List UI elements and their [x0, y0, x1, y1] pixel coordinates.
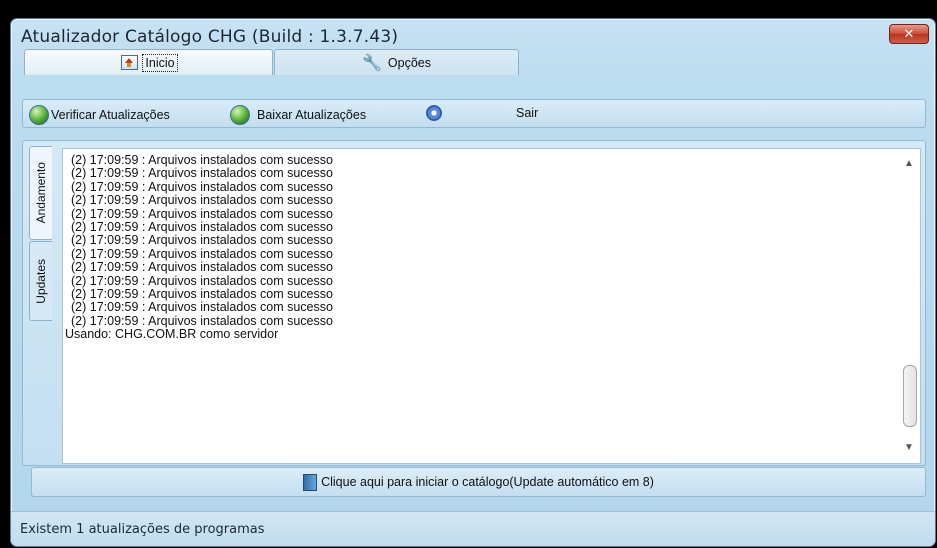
side-tab-andamento[interactable]: Andamento	[29, 146, 52, 240]
log-line: (2) 17:09:59 : Arquivos instalados com s…	[71, 220, 333, 235]
log-line: (2) 17:09:59 : Arquivos instalados com s…	[71, 153, 333, 167]
download-updates-button[interactable]: Baixar Atualizações	[230, 105, 366, 125]
log-line: (2) 17:09:59 : Arquivos instalados com s…	[71, 193, 333, 208]
log-panel[interactable]: (2) 17:09:59 : Arquivos instalados com s…	[62, 148, 921, 464]
log-line: (2) 17:09:59 : Arquivos instalados com s…	[71, 233, 333, 248]
server-line: Usando: CHG.COM.BR como servidor	[65, 327, 279, 342]
log-line: (2) 17:09:59 : Arquivos instalados com s…	[71, 273, 333, 288]
log-line: (2) 17:09:59 : Arquivos instalados com s…	[71, 313, 333, 328]
scroll-down-arrow-icon[interactable]: ▼	[904, 443, 914, 453]
log-line: (2) 17:09:59 : Arquivos instalados com s…	[71, 179, 333, 194]
download-updates-label: Baixar Atualizações	[257, 108, 367, 122]
log-scrollbar[interactable]: ▲ ▼	[900, 149, 920, 463]
log-lines: (2) 17:09:59 : Arquivos instalados com s…	[65, 153, 333, 342]
status-text: Existem 1 atualizações de programas	[20, 522, 265, 537]
log-line: (2) 17:09:59 : Arquivos instalados com s…	[71, 206, 333, 221]
window-title: Atualizador Catálogo CHG (Build : 1.3.7.…	[21, 27, 399, 47]
power-icon	[426, 105, 442, 121]
side-tab-updates[interactable]: Updates	[29, 241, 52, 321]
tab-inicio[interactable]: Inicio	[24, 49, 273, 75]
check-updates-button[interactable]: Verificar Atualizações	[29, 105, 170, 125]
check-updates-label: Verificar Atualizações	[51, 108, 170, 122]
side-tab-updates-label: Updates	[34, 258, 48, 304]
close-icon: ✕	[903, 26, 915, 42]
launch-catalog-label: Clique aqui para iniciar o catálogo(Upda…	[321, 475, 654, 489]
launch-catalog-button[interactable]: Clique aqui para iniciar o catálogo(Upda…	[31, 467, 926, 497]
side-tab-andamento-label: Andamento	[34, 162, 48, 224]
title-bar: Atualizador Catálogo CHG (Build : 1.3.7.…	[11, 19, 935, 51]
log-line: (2) 17:09:59 : Arquivos instalados com s…	[71, 260, 333, 275]
book-icon	[303, 473, 318, 491]
toolbar: Verificar Atualizações Baixar Atualizaçõ…	[22, 99, 926, 128]
tab-inicio-label: Inicio	[142, 53, 178, 72]
close-button[interactable]: ✕	[889, 24, 929, 44]
globe-refresh-icon	[29, 105, 49, 125]
globe-download-icon	[230, 105, 250, 125]
wrench-icon: 🔧	[361, 52, 382, 72]
tab-opcoes[interactable]: 🔧 Opções	[274, 49, 519, 75]
exit-button[interactable]: Sair	[426, 105, 538, 121]
tab-opcoes-label: Opções	[387, 55, 431, 70]
log-line: (2) 17:09:59 : Arquivos instalados com s…	[71, 287, 333, 302]
log-line: (2) 17:09:59 : Arquivos instalados com s…	[71, 300, 333, 315]
log-line: (2) 17:09:59 : Arquivos instalados com s…	[71, 166, 333, 181]
log-line: (2) 17:09:59 : Arquivos instalados com s…	[71, 246, 333, 261]
status-bar: Existem 1 atualizações de programas	[11, 511, 935, 546]
scroll-up-arrow-icon[interactable]: ▲	[904, 159, 914, 169]
scroll-thumb[interactable]	[903, 365, 917, 427]
updater-window: Atualizador Catálogo CHG (Build : 1.3.7.…	[10, 18, 936, 547]
exit-label: Sair	[516, 106, 539, 120]
home-icon	[121, 55, 139, 70]
